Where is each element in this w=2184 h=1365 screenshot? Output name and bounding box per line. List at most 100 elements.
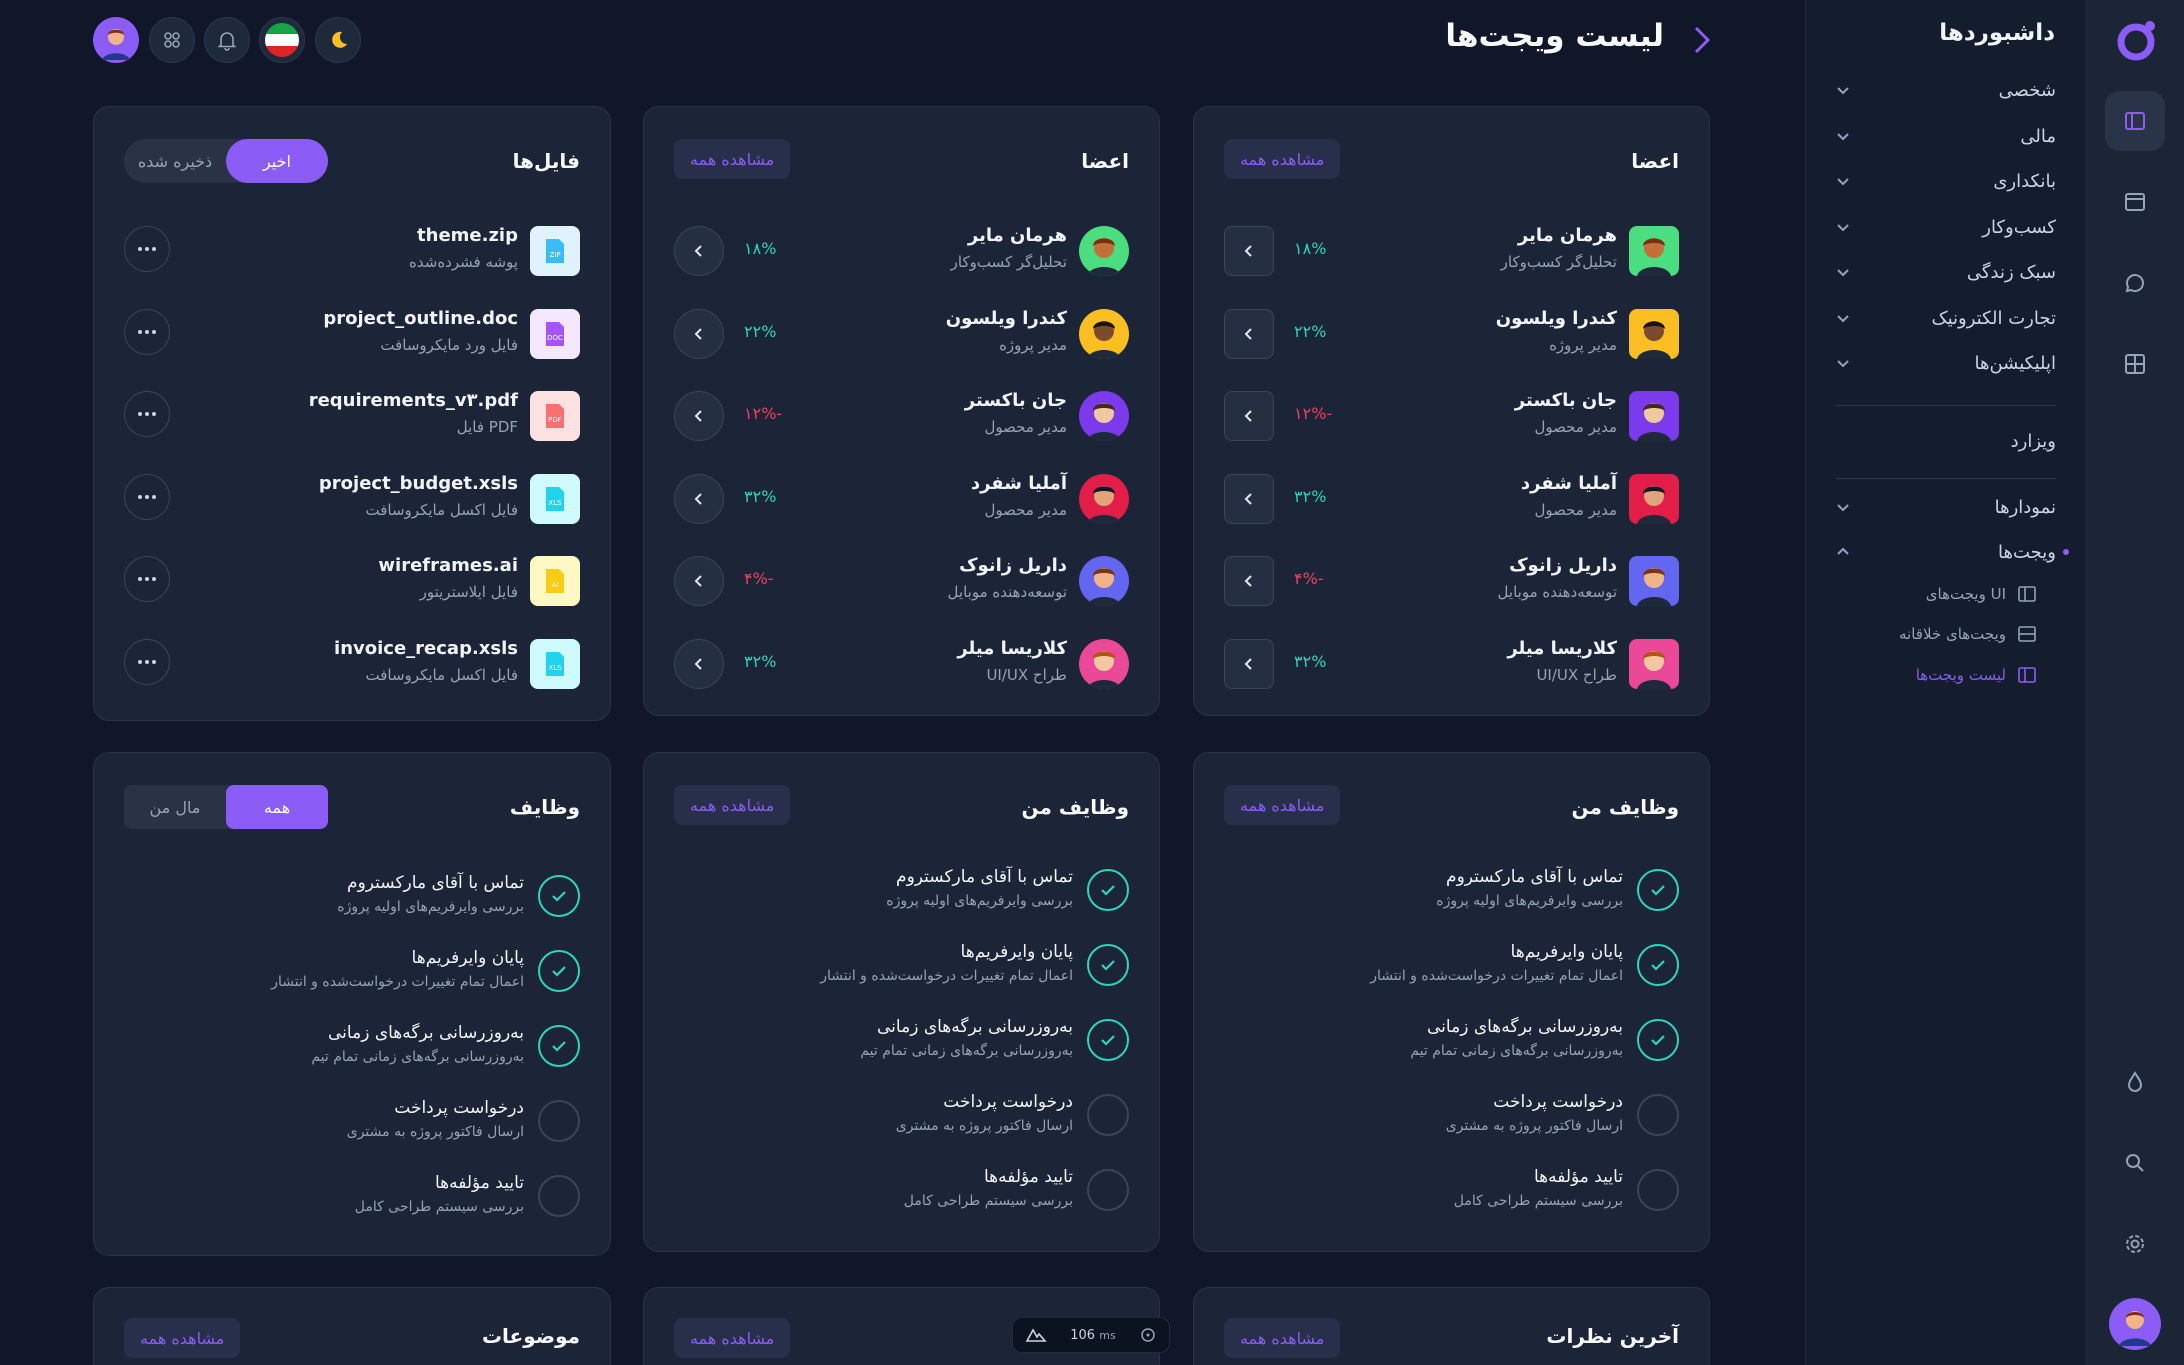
view-all-button[interactable]: مشاهده همه <box>1224 785 1341 825</box>
task-checkbox[interactable] <box>538 875 580 917</box>
view-all-button[interactable]: مشاهده همه <box>1224 1318 1341 1358</box>
view-all-button[interactable]: مشاهده همه <box>674 1318 791 1358</box>
more-options-button[interactable] <box>124 473 170 520</box>
member-open-button[interactable] <box>674 638 724 689</box>
member-open-button[interactable] <box>674 473 724 524</box>
theme-toggle-button[interactable] <box>315 17 361 63</box>
rail-widgets-button[interactable] <box>2105 334 2165 394</box>
sidebar-item-lifestyle[interactable]: سبک زندگی <box>1836 252 2056 292</box>
sidebar-nav: داشبوردها شخصی مالی بانکداری کسب‌وکار سب… <box>1805 0 2085 1365</box>
member-row: کلاریسا میلر UI/UX طراح ۳۲% <box>674 632 1129 692</box>
sidebar-subitem-creative-widgets[interactable]: ویجت‌های خلاقانه <box>1866 617 2036 651</box>
apps-button[interactable] <box>149 17 195 63</box>
app-logo-icon[interactable] <box>2114 18 2158 62</box>
task-row: پایان وایرفریم‌ها اعمال تمام تغییرات درخ… <box>1224 936 1679 996</box>
view-all-button[interactable]: مشاهده همه <box>674 785 791 825</box>
member-open-button[interactable] <box>1224 556 1274 606</box>
member-open-button[interactable] <box>674 226 724 276</box>
chevron-up-icon <box>1837 547 1849 555</box>
task-title: پایان وایرفریم‌ها <box>960 942 1073 962</box>
member-open-button[interactable] <box>674 308 724 359</box>
sidebar-subitem-ui-widgets[interactable]: ویجت‌های UI <box>1866 577 2036 611</box>
member-open-button[interactable] <box>1224 226 1274 276</box>
rail-settings-button[interactable] <box>2105 1214 2165 1274</box>
member-row: داریل زانوک توسعه‌دهنده موبایل ۴%- <box>1224 549 1679 609</box>
task-checkbox[interactable] <box>1637 869 1679 911</box>
sidebar-item-banking[interactable]: بانکداری <box>1836 161 2056 201</box>
file-type: فایل PDF <box>456 418 518 436</box>
rail-layouts-button[interactable] <box>2105 172 2165 232</box>
notifications-button[interactable] <box>204 17 250 63</box>
rail-search-button[interactable] <box>2105 1133 2165 1193</box>
task-checkbox[interactable] <box>1087 1094 1129 1136</box>
file-badge: DOC <box>547 334 563 342</box>
member-change: ۴%- <box>744 569 774 588</box>
crosshair-icon[interactable] <box>1139 1326 1157 1344</box>
sidebar-item-personal[interactable]: شخصی <box>1836 70 2056 110</box>
sidebar-item-charts[interactable]: نمودارها <box>1836 487 2056 527</box>
member-role: تحلیل‌گر کسب‌وکار <box>950 253 1067 271</box>
sidebar-item-ecommerce[interactable]: تجارت الکترونیک <box>1836 298 2056 338</box>
task-checkbox[interactable] <box>538 1025 580 1067</box>
tab-all[interactable]: همه <box>226 785 328 829</box>
more-options-button[interactable] <box>124 226 170 272</box>
member-open-button[interactable] <box>1224 638 1274 689</box>
tab-recent[interactable]: اخیر <box>226 139 328 183</box>
tab-saved[interactable]: ذخیره شده <box>124 139 226 183</box>
language-button[interactable] <box>259 17 305 63</box>
sidebar-item-finance[interactable]: مالی <box>1836 116 2056 156</box>
task-subtitle: به‌روزرسانی برگه‌های زمانی تمام تیم <box>311 1049 524 1065</box>
task-checkbox[interactable] <box>1087 1019 1129 1061</box>
member-open-button[interactable] <box>1224 391 1274 441</box>
task-subtitle: اعمال تمام تغییرات درخواست‌شده و انتشار <box>271 974 524 990</box>
member-name: هرمان مایر <box>1517 225 1617 246</box>
user-avatar[interactable] <box>93 17 139 63</box>
task-checkbox[interactable] <box>538 950 580 992</box>
task-subtitle: اعمال تمام تغییرات درخواست‌شده و انتشار <box>1370 968 1623 984</box>
task-checkbox[interactable] <box>1637 1169 1679 1211</box>
member-open-button[interactable] <box>674 391 724 441</box>
chevron-right-icon[interactable] <box>1690 24 1714 56</box>
member-name: جان باکستر <box>1514 390 1617 411</box>
task-checkbox[interactable] <box>538 1175 580 1217</box>
rail-messages-button[interactable] <box>2105 253 2165 313</box>
member-role: مدیر محصول <box>984 500 1068 519</box>
tab-mine[interactable]: مال من <box>124 785 226 829</box>
task-checkbox[interactable] <box>1637 1019 1679 1061</box>
columns-icon <box>2018 586 2036 602</box>
view-all-button[interactable]: مشاهده همه <box>674 139 791 179</box>
chevron-down-icon <box>1837 360 1849 368</box>
topics-card: موضوعات مشاهده همه <box>93 1287 611 1365</box>
person-avatar-icon <box>1079 308 1129 359</box>
more-options-button[interactable] <box>124 391 170 437</box>
sidebar-item-wizard[interactable]: ویزارد <box>1836 421 2056 461</box>
chevron-down-icon <box>1837 504 1849 512</box>
more-options-button[interactable] <box>124 638 170 685</box>
sidebar-item-applications[interactable]: اپلیکیشن‌ها <box>1836 343 2056 383</box>
member-open-button[interactable] <box>1224 473 1274 524</box>
file-name: invoice_recap.xsls <box>334 637 518 659</box>
task-checkbox[interactable] <box>1087 869 1129 911</box>
task-checkbox[interactable] <box>1637 944 1679 986</box>
member-change: ۱۸% <box>1294 239 1327 258</box>
more-options-button[interactable] <box>124 556 170 602</box>
dots-horizontal-icon <box>138 659 156 664</box>
task-checkbox[interactable] <box>538 1100 580 1142</box>
sidebar-item-widgets[interactable]: ویجت‌ها <box>1836 532 2056 572</box>
task-checkbox[interactable] <box>1637 1094 1679 1136</box>
member-open-button[interactable] <box>674 556 724 606</box>
view-all-button[interactable]: مشاهده همه <box>1224 139 1341 179</box>
file-type: فایل اکسل مایکروسافت <box>365 500 518 519</box>
member-open-button[interactable] <box>1224 308 1274 359</box>
task-checkbox[interactable] <box>1087 1169 1129 1211</box>
view-all-button[interactable]: مشاهده همه <box>124 1318 241 1358</box>
task-subtitle: ارسال فاکتور پروژه به مشتری <box>346 1124 524 1140</box>
sidebar-subitem-widget-list[interactable]: لیست ویجت‌ها <box>1866 658 2036 692</box>
sidebar-item-business[interactable]: کسب‌وکار <box>1836 207 2056 247</box>
user-avatar[interactable] <box>2109 1298 2161 1350</box>
rail-theme-button[interactable] <box>2105 1052 2165 1112</box>
task-subtitle: بررسی وایرفریم‌های اولیه پروژه <box>1436 893 1623 909</box>
task-checkbox[interactable] <box>1087 944 1129 986</box>
more-options-button[interactable] <box>124 308 170 355</box>
rail-dashboard-button[interactable] <box>2105 91 2165 151</box>
